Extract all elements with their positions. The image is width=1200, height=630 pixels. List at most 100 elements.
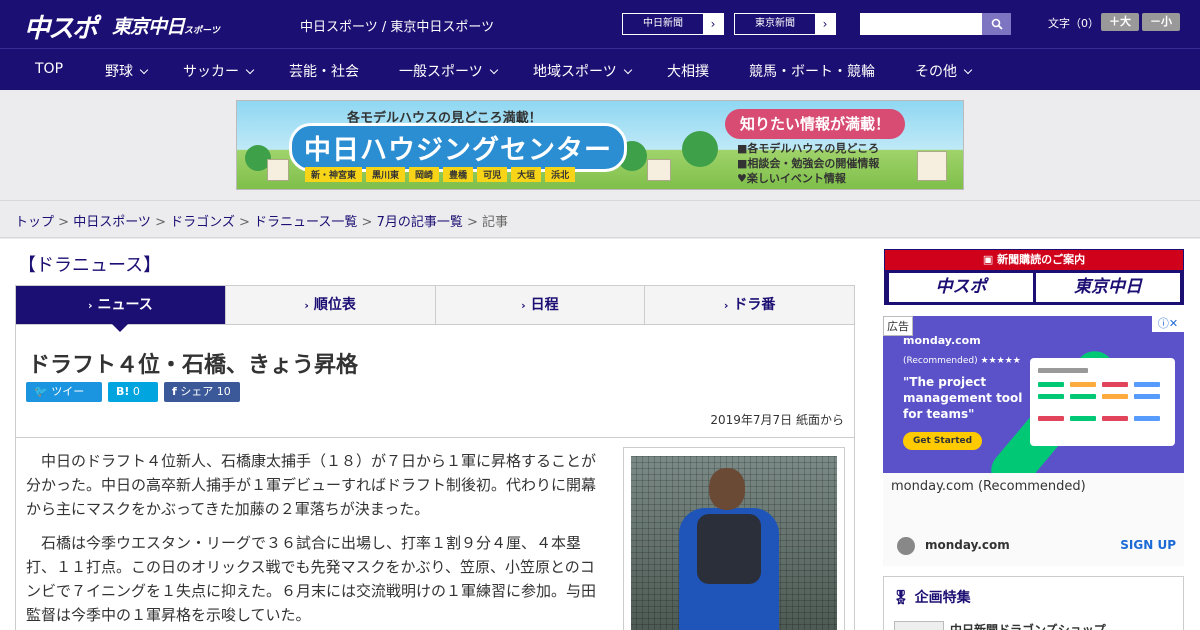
- chunichi-shimbun-link[interactable]: 中日新聞 ›: [622, 13, 724, 35]
- facebook-share-label: シェア: [180, 385, 214, 398]
- city-tag: 豊橋: [443, 167, 474, 182]
- tokyo-shimbun-link[interactable]: 東京新聞 ›: [734, 13, 836, 35]
- search-button[interactable]: [982, 13, 1011, 35]
- breadcrumb-separator: >: [462, 215, 483, 230]
- city-tag: 岡崎: [409, 167, 440, 182]
- article-photo: [631, 456, 837, 630]
- main-content: 【ドラニュース】 › ニュース › 順位表 › 日程 › ドラ番 ドラフト４位・石橋、き…: [0, 239, 1200, 630]
- nav-item-sumo[interactable]: 大相撲: [667, 61, 709, 81]
- main-nav: TOP 野球 サッカー 芸能・社会 一般スポーツ 地域スポーツ 大相撲 競馬・ボ…: [0, 48, 1200, 90]
- globe-icon: [897, 537, 915, 555]
- house-illustration: [917, 151, 947, 181]
- hatena-bookmark-button[interactable]: B! 0: [108, 382, 158, 402]
- tweet-button[interactable]: 🐦 ツイート: [26, 382, 102, 418]
- facebook-share-count: 10: [216, 385, 231, 398]
- subscription-box[interactable]: ▣ 新聞購読のご案内 中スポ 東京中日: [884, 249, 1184, 305]
- font-smaller-button[interactable]: －小: [1142, 13, 1180, 31]
- banner-feature-list: ■各モデルハウスの見どころ ■相談会・勉強会の開催情報 ♥楽しいイベント情報: [737, 141, 879, 186]
- facebook-share-button[interactable]: f シェア 10: [164, 382, 240, 402]
- tab-label: 順位表: [313, 297, 356, 313]
- article-dateline: 2019年7月7日 紙面から: [710, 413, 844, 427]
- article-divider: [16, 437, 854, 438]
- subscribe-chuspo-logo[interactable]: 中スポ: [889, 273, 1033, 302]
- ad-visual: monday.com (Recommended) ★★★★★ "The proj…: [883, 316, 1184, 473]
- article-body: 中日のドラフト４位新人、石橋康太捕手（１８）が７日から１軍に昇格することが分かっ…: [26, 449, 606, 630]
- breadcrumb-link-dragons[interactable]: ドラゴンズ: [170, 215, 235, 230]
- subscribe-tokyo-logo[interactable]: 東京中日: [1036, 273, 1180, 302]
- breadcrumb-link-chunichi-sports[interactable]: 中日スポーツ: [73, 215, 151, 230]
- banner-city-list: 新・神宮東 黒川東 岡崎 豊橋 可児 大垣 浜北: [305, 167, 576, 182]
- nav-label: 一般スポーツ: [399, 64, 483, 80]
- nav-label: TOP: [35, 61, 64, 77]
- section-tabs: › ニュース › 順位表 › 日程 › ドラ番: [15, 285, 855, 332]
- ad-brand: monday.com: [903, 334, 981, 347]
- city-tag: 大垣: [511, 167, 542, 182]
- ad-close-button[interactable]: ⓘ✕: [1152, 316, 1184, 332]
- tokyo-chunichi-logo[interactable]: 東京中日スポーツ: [112, 12, 220, 39]
- photo-catcher-gear: [697, 514, 761, 584]
- breadcrumb-link-top[interactable]: トップ: [15, 215, 54, 230]
- banner-feature-item: ■相談会・勉強会の開催情報: [737, 157, 880, 170]
- photo-player-head: [709, 468, 745, 510]
- breadcrumb-separator: >: [150, 215, 171, 230]
- ad-domain: monday.com: [925, 538, 1010, 552]
- nav-label: サッカー: [183, 64, 239, 80]
- city-tag: 新・神宮東: [305, 167, 363, 182]
- banner-feature-item: ■各モデルハウスの見どころ: [737, 142, 880, 155]
- top-header: 中スポ 東京中日スポーツ 中日スポーツ / 東京中日スポーツ 中日新聞 › 東京…: [0, 0, 1200, 48]
- chuspo-logo[interactable]: 中スポ: [24, 8, 98, 45]
- nav-item-local-sports[interactable]: 地域スポーツ: [533, 61, 632, 81]
- feature-thumbnail[interactable]: [894, 621, 944, 630]
- nav-item-soccer[interactable]: サッカー: [183, 61, 255, 81]
- chevron-right-icon: ›: [304, 299, 309, 312]
- chevron-right-icon: ›: [723, 299, 729, 312]
- tab-dora-ban[interactable]: › ドラ番: [645, 286, 854, 324]
- nav-item-racing[interactable]: 競馬・ボート・競輪: [749, 61, 875, 81]
- ext-link-label: 東京新聞: [755, 18, 795, 29]
- breadcrumb-link-month[interactable]: 7月の記事一覧: [377, 215, 463, 230]
- tab-label: 日程: [530, 297, 559, 313]
- nav-item-general-sports[interactable]: 一般スポーツ: [399, 61, 498, 81]
- search-input[interactable]: [860, 13, 982, 35]
- chevron-right-icon: ›: [87, 299, 93, 312]
- facebook-icon: f: [172, 385, 177, 398]
- banner-badge: 知りたい情報が満載！: [725, 109, 905, 139]
- sidebar-ad[interactable]: monday.com (Recommended) ★★★★★ "The proj…: [883, 316, 1184, 566]
- nav-item-other[interactable]: その他: [915, 61, 973, 81]
- ad-screenshot: [1030, 358, 1175, 446]
- feature-item-link[interactable]: 中日新聞ドラゴンズショップ: [950, 621, 1106, 630]
- chevron-down-icon: [245, 65, 255, 75]
- font-larger-button[interactable]: ＋大: [1101, 13, 1139, 31]
- nav-item-baseball[interactable]: 野球: [105, 61, 149, 81]
- info-icon: ⓘ: [1157, 317, 1169, 330]
- city-tag: 浜北: [545, 167, 576, 182]
- twitter-bird-icon: 🐦: [34, 385, 48, 398]
- tab-schedule[interactable]: › 日程: [435, 286, 646, 324]
- ad-headline: "The project management tool for teams": [903, 375, 1023, 421]
- nav-label: その他: [915, 64, 957, 80]
- site-title: 中日スポーツ / 東京中日スポーツ: [300, 20, 495, 35]
- breadcrumb-separator: >: [54, 215, 74, 230]
- tab-news[interactable]: › ニュース: [16, 286, 226, 332]
- tab-label: ドラ番: [733, 297, 776, 313]
- nav-item-entertainment[interactable]: 芸能・社会: [289, 61, 359, 81]
- nav-label: 地域スポーツ: [533, 64, 617, 80]
- banner-area: 各モデルハウスの見どころ満載！ 中日ハウジングセンター 新・神宮東 黒川東 岡崎…: [0, 90, 1200, 200]
- nav-item-top[interactable]: TOP: [35, 61, 63, 77]
- ribbon-icon: 🎖: [892, 590, 910, 606]
- ad-get-started-button[interactable]: Get Started: [903, 432, 983, 450]
- housing-center-banner[interactable]: 各モデルハウスの見どころ満載！ 中日ハウジングセンター 新・神宮東 黒川東 岡崎…: [236, 100, 964, 190]
- breadcrumb-link-news-list[interactable]: ドラニュース一覧: [254, 215, 357, 230]
- hatena-count: 0: [132, 385, 140, 398]
- tab-standings[interactable]: › 順位表: [225, 286, 436, 324]
- chevron-down-icon: [489, 65, 498, 75]
- tab-label: ニュース: [97, 297, 153, 313]
- banner-feature-item: ♥楽しいイベント情報: [737, 172, 846, 185]
- breadcrumb: トップ > 中日スポーツ > ドラゴンズ > ドラニュース一覧 > 7月の記事一…: [0, 200, 1200, 238]
- breadcrumb-separator: >: [234, 215, 255, 230]
- ad-signup-button[interactable]: SIGN UP: [1120, 538, 1176, 552]
- search-icon: [991, 18, 1003, 30]
- city-tag: 黒川東: [366, 167, 406, 182]
- article-photo-frame[interactable]: [623, 447, 845, 630]
- breadcrumb-current: 記事: [482, 215, 509, 230]
